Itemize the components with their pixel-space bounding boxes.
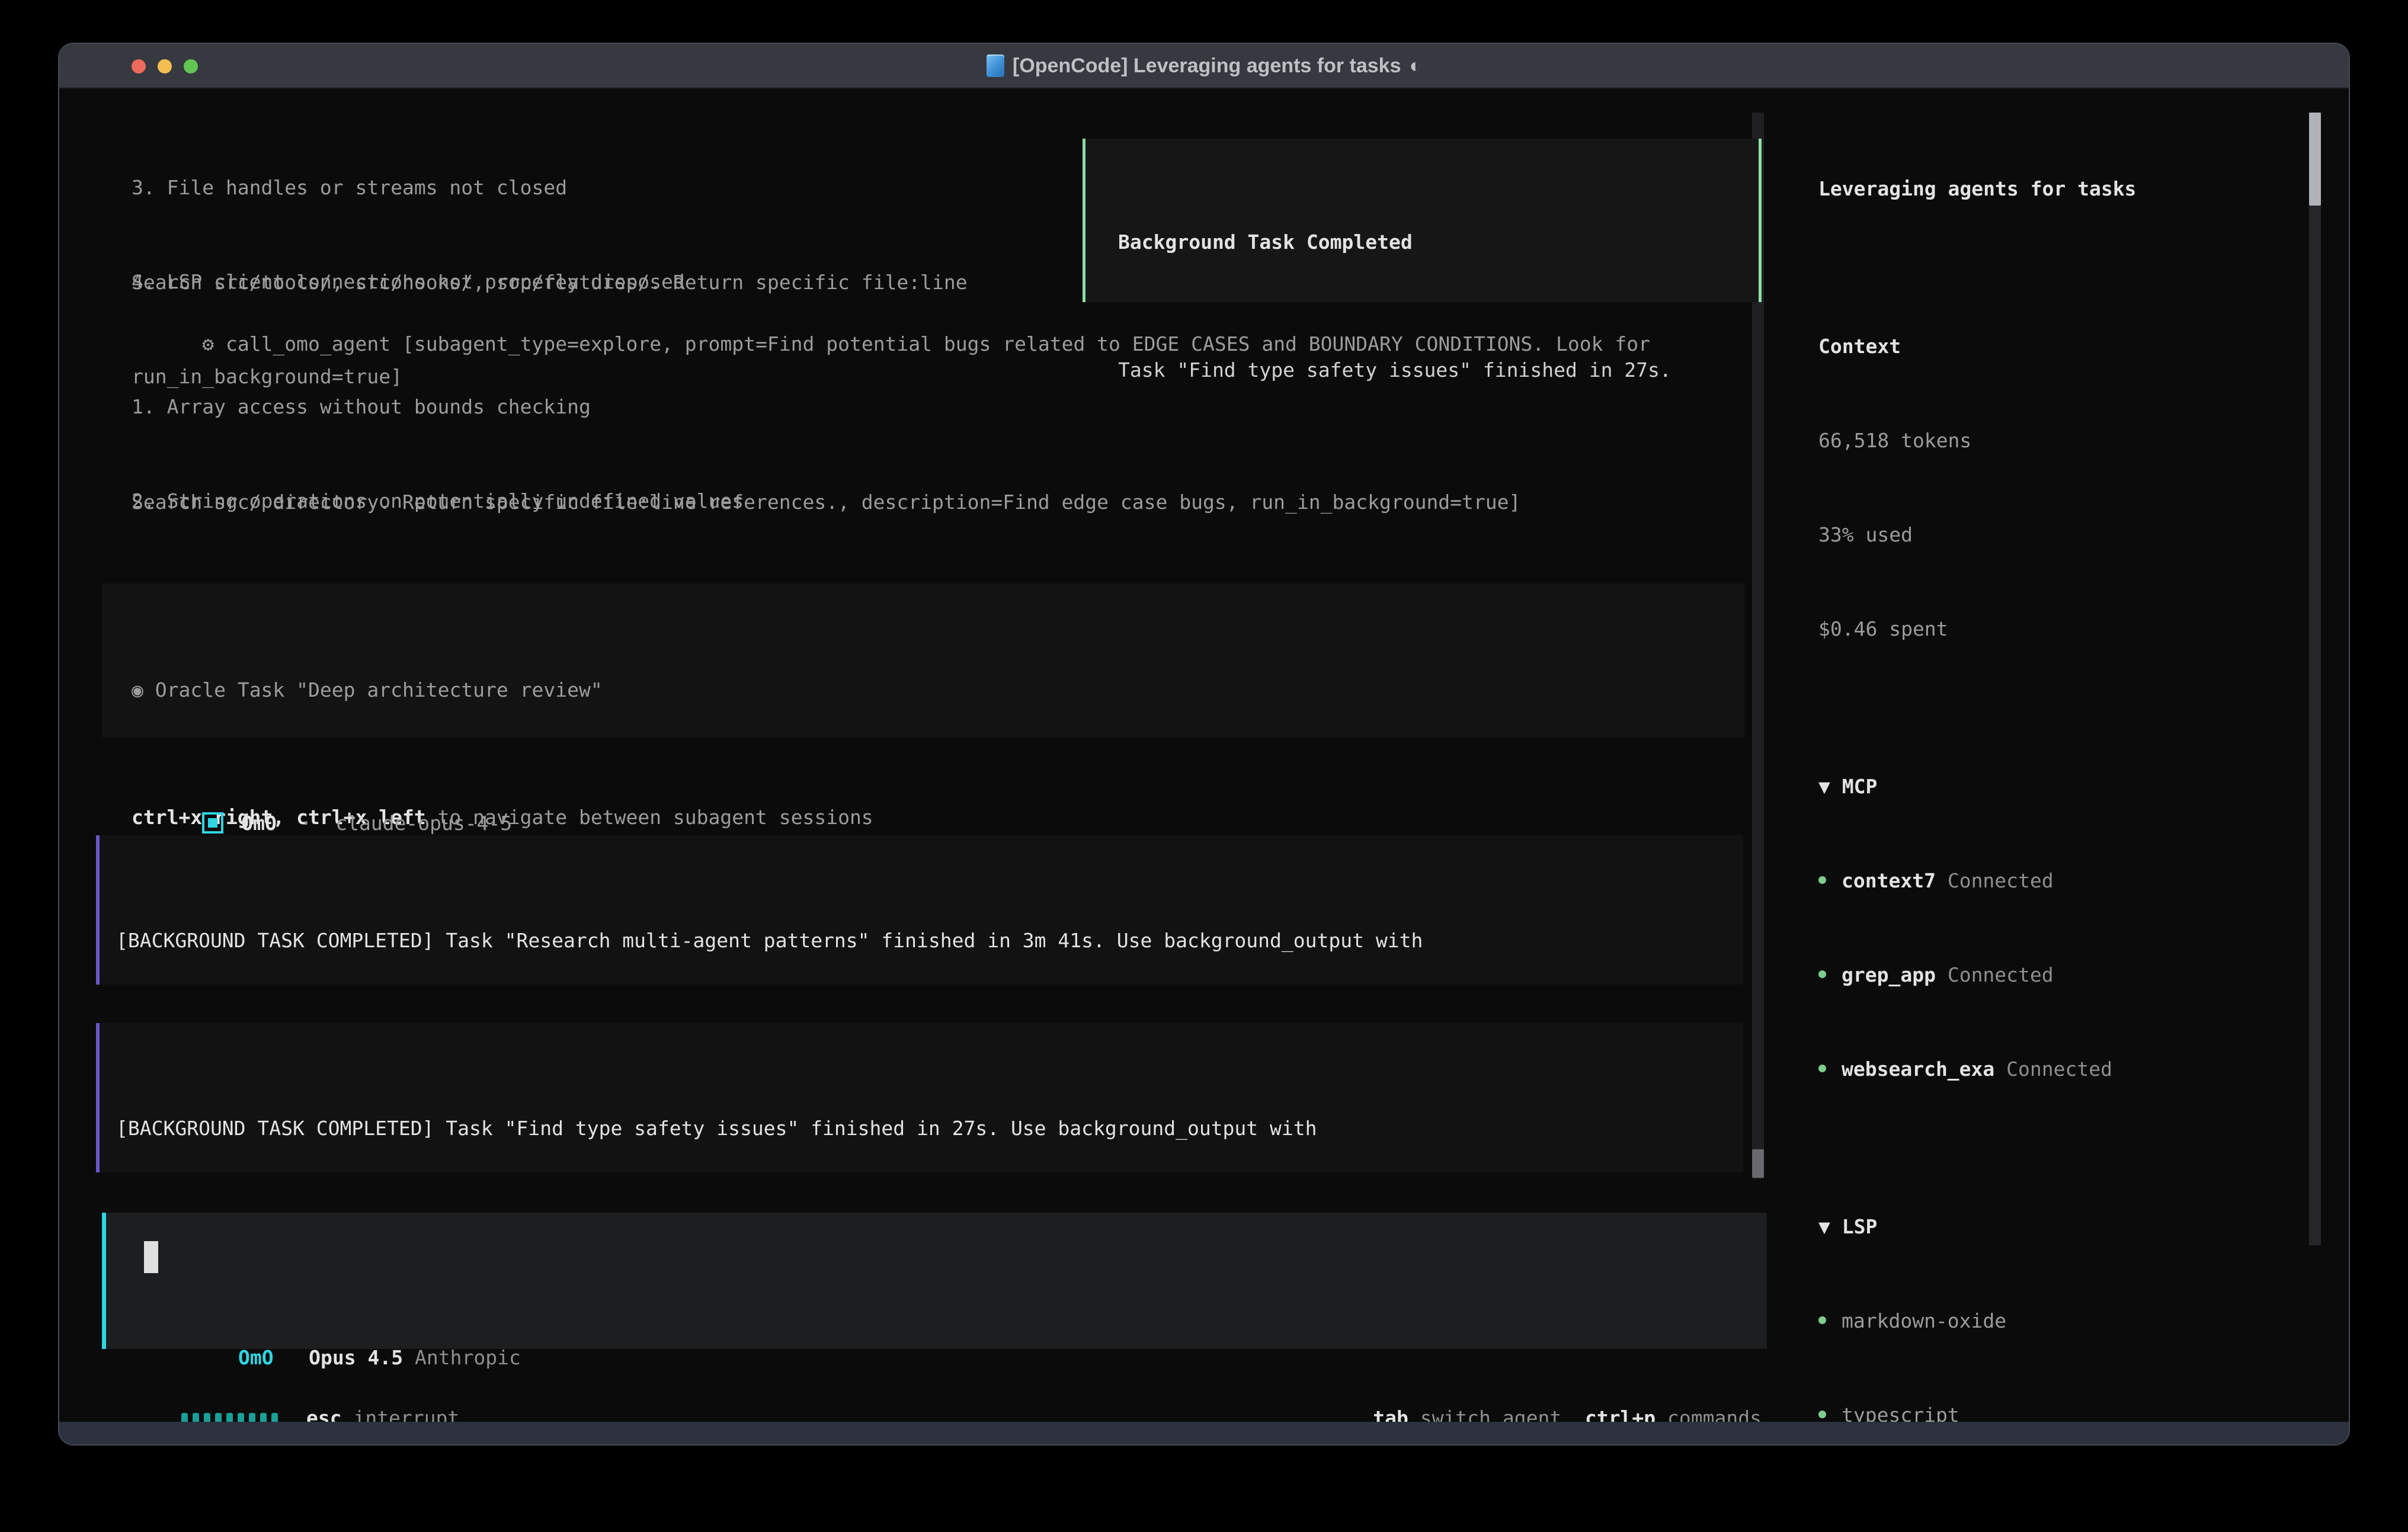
title-bar: [OpenCode] Leveraging agents for tasks ◐ [59, 44, 2349, 89]
task-line: [BACKGROUND TASK COMPLETED] Task "Find t… [116, 1113, 1743, 1144]
lsp-section-header[interactable]: ▼ LSP [1818, 1211, 2310, 1242]
input-provider-name: Anthropic [415, 1346, 521, 1369]
prompt-input[interactable]: OmO Opus 4.5 Anthropic [102, 1213, 1767, 1349]
chat-line: Search src/ directory. Return specific f… [132, 486, 1520, 518]
background-task-card: [BACKGROUND TASK COMPLETED] Task "Resear… [96, 835, 1743, 985]
mcp-item: context7 Connected [1818, 865, 2310, 896]
oracle-task-panel: ◉ Oracle Task "Deep architecture review"… [102, 584, 1744, 738]
text-cursor [144, 1241, 158, 1273]
collapse-icon: ▼ [1818, 775, 1830, 798]
activity-icon: ◐ [1410, 55, 1422, 78]
session-title: Leveraging agents for tasks [1818, 173, 2310, 204]
separator-dot: · [300, 812, 312, 835]
window-footer [59, 1422, 2349, 1444]
context-heading: Context [1818, 331, 2310, 362]
window-title: [OpenCode] Leveraging agents for tasks ◐ [987, 55, 1421, 78]
lsp-item: markdown-oxide [1818, 1305, 2310, 1337]
input-model-name: Opus 4.5 [309, 1346, 403, 1369]
zoom-button[interactable] [184, 59, 198, 73]
bullet-icon [1818, 1065, 1826, 1072]
task-line: [BACKGROUND TASK COMPLETED] Task "Resear… [116, 925, 1743, 956]
sidebar: Leveraging agents for tasks Context 66,5… [1818, 110, 2310, 1446]
minimize-button[interactable] [158, 59, 172, 73]
input-agent-name: OmO [238, 1346, 274, 1369]
app-window: [OpenCode] Leveraging agents for tasks ◐… [58, 43, 2350, 1446]
bullet-icon [1818, 1316, 1826, 1324]
window-title-text: [OpenCode] Leveraging agents for tasks [1013, 55, 1401, 78]
chat-line: 1. Array access without bounds checking [132, 391, 885, 422]
sidebar-scrollbar-track[interactable] [2309, 113, 2321, 1245]
window-controls [132, 44, 198, 89]
agent-model: claude-opus-4-5 [335, 812, 512, 835]
mcp-item: websearch_exa Connected [1818, 1053, 2310, 1085]
sidebar-scrollbar-thumb[interactable] [2309, 113, 2321, 206]
oracle-icon: ◉ [132, 678, 143, 701]
bullet-icon [1818, 1411, 1826, 1418]
chat-scrollbar-thumb[interactable] [1752, 1149, 1764, 1178]
document-icon [987, 55, 1004, 77]
bullet-icon [1818, 876, 1826, 884]
mcp-item: grep_app Connected [1818, 959, 2310, 991]
notification-title: Background Task Completed [1118, 226, 1759, 258]
notification-body: Task "Find type safety issues" finished … [1118, 354, 1759, 386]
context-used: 33% used [1818, 519, 2310, 550]
agent-icon [202, 812, 223, 834]
mcp-section-header[interactable]: ▼ MCP [1818, 771, 2310, 802]
oracle-task-title-line: ◉ Oracle Task "Deep architecture review" [132, 674, 1744, 706]
chat-line: Search src/tools/, src/hooks/, src/featu… [132, 267, 968, 298]
notification-toast: Background Task Completed Task "Find typ… [1083, 139, 1762, 302]
context-tokens: 66,518 tokens [1818, 425, 2310, 456]
context-spent: $0.46 spent [1818, 613, 2310, 645]
bullet-icon [1818, 970, 1826, 978]
background-task-card: [BACKGROUND TASK COMPLETED] Task "Find t… [96, 1023, 1743, 1172]
collapse-icon: ▼ [1818, 1215, 1830, 1238]
agent-name: OmO [241, 812, 277, 835]
chat-line: 3. File handles or streams not closed [132, 172, 685, 203]
close-button[interactable] [132, 59, 146, 73]
